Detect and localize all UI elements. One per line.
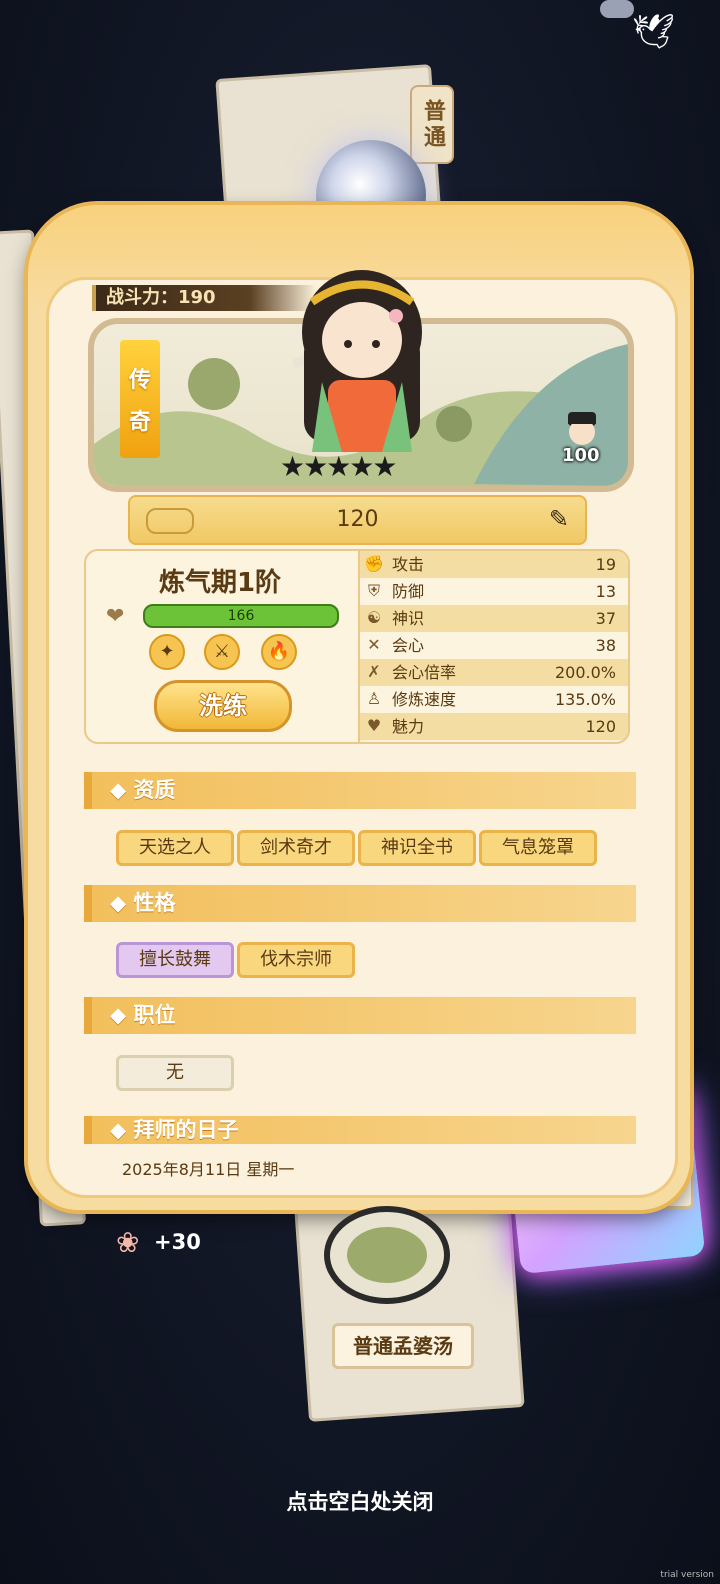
stat-label: 防御 <box>392 582 425 601</box>
personality-tag[interactable]: 伐木宗师 <box>237 942 355 978</box>
section-title: ◆ 性格 <box>110 891 176 915</box>
section-title: ◆ 拜师的日子 <box>110 1118 239 1142</box>
hp-value: 166 <box>227 608 255 624</box>
section-position: ◆ 职位 <box>84 997 636 1034</box>
cultivation-level: 炼气期1阶 <box>158 568 282 598</box>
stat-label: 会心倍率 <box>392 663 457 682</box>
apprentice-date: 2025年8月11日 星期一 <box>122 1160 295 1179</box>
section-aptitude: ◆ 资质 <box>84 772 636 809</box>
spirit-icon: ☯ <box>366 608 382 627</box>
stat-label: 神识 <box>392 609 425 628</box>
name-bar[interactable]: 120 ✎ <box>128 495 587 545</box>
bird-icon: 🕊 <box>632 12 676 52</box>
stat-row: ✊ 攻击 19 <box>360 551 628 578</box>
stat-value: 38 <box>595 636 616 655</box>
stat-row: ♥ 魅力 120 <box>360 713 628 740</box>
personality-tag[interactable]: 擅长鼓舞 <box>116 942 234 978</box>
meditation-icon: ♙ <box>366 689 382 708</box>
stat-value: 19 <box>595 555 616 574</box>
stat-label: 魅力 <box>392 717 425 736</box>
stats-table: ✊ 攻击 19 ⛨ 防御 13 ☯ 神识 37 ✕ 会心 38 ✗ 会心倍率 2… <box>358 549 630 744</box>
position-tag[interactable]: 无 <box>116 1055 234 1091</box>
follower-count: 100 <box>562 445 600 466</box>
stat-label: 修炼速度 <box>392 690 457 709</box>
section-title: ◆ 职位 <box>110 1003 176 1027</box>
character-portrait <box>282 262 442 462</box>
shield-icon: ⛨ <box>367 581 380 600</box>
stat-label: 会心 <box>392 636 425 655</box>
fist-icon: ✊ <box>364 554 384 573</box>
brush-edit-icon[interactable]: ✎ <box>549 505 569 533</box>
aptitude-tag[interactable]: 气息笼罩 <box>479 830 597 866</box>
item-name-label: 普通孟婆汤 <box>332 1323 474 1369</box>
reward-amount: +30 <box>154 1230 201 1254</box>
stat-row: ♙ 修炼速度 135.0% <box>360 686 628 713</box>
stat-value: 13 <box>595 582 616 601</box>
stat-label: 攻击 <box>392 555 425 574</box>
stat-row: ☯ 神识 37 <box>360 605 628 632</box>
rattle-icon[interactable]: ✦ <box>149 634 185 670</box>
aptitude-tag[interactable]: 神识全书 <box>358 830 476 866</box>
stat-row: ⛨ 防御 13 <box>360 578 628 605</box>
rarity-char-1: 传 <box>128 368 151 393</box>
crit-multiplier-icon: ✗ <box>367 662 381 681</box>
stat-value: 135.0% <box>554 690 616 709</box>
stat-value: 37 <box>595 609 616 628</box>
stat-value: 200.0% <box>554 663 616 682</box>
lotus-icon: ❀ <box>116 1226 140 1259</box>
stat-row: ✗ 会心倍率 200.0% <box>360 659 628 686</box>
follower-avatar[interactable] <box>560 410 604 450</box>
watermark: trial version <box>660 1570 714 1580</box>
rarity-tag: 传 奇 <box>120 340 160 458</box>
health-heart-icon: ❤ <box>106 604 125 629</box>
crossed-swords-icon: ✕ <box>367 635 381 654</box>
rarity-char-2: 奇 <box>128 410 151 435</box>
stat-row: ✕ 会心 38 <box>360 632 628 659</box>
stat-value: 120 <box>585 717 616 736</box>
close-hint[interactable]: 点击空白处关闭 <box>0 1486 720 1516</box>
section-apprentice-day: ◆ 拜师的日子 <box>84 1116 636 1144</box>
name-bar-value: 120 <box>336 507 379 532</box>
swords-icon[interactable]: ⚔ <box>204 634 240 670</box>
star-rating: ★★★★★ <box>280 450 398 483</box>
section-personality: ◆ 性格 <box>84 885 636 922</box>
heart-icon: ♥ <box>366 716 382 735</box>
hp-bar: 166 <box>143 604 339 628</box>
cloud-icon <box>600 0 634 18</box>
refine-button[interactable]: 洗练 <box>154 680 292 732</box>
aptitude-tag[interactable]: 剑术奇才 <box>237 830 355 866</box>
scroll-tab-common: 普通 <box>410 85 454 164</box>
aptitude-tag[interactable]: 天选之人 <box>116 830 234 866</box>
section-title: ◆ 资质 <box>110 778 176 802</box>
flame-icon[interactable]: 🔥 <box>261 634 297 670</box>
soup-bowl-icon <box>322 1205 452 1305</box>
